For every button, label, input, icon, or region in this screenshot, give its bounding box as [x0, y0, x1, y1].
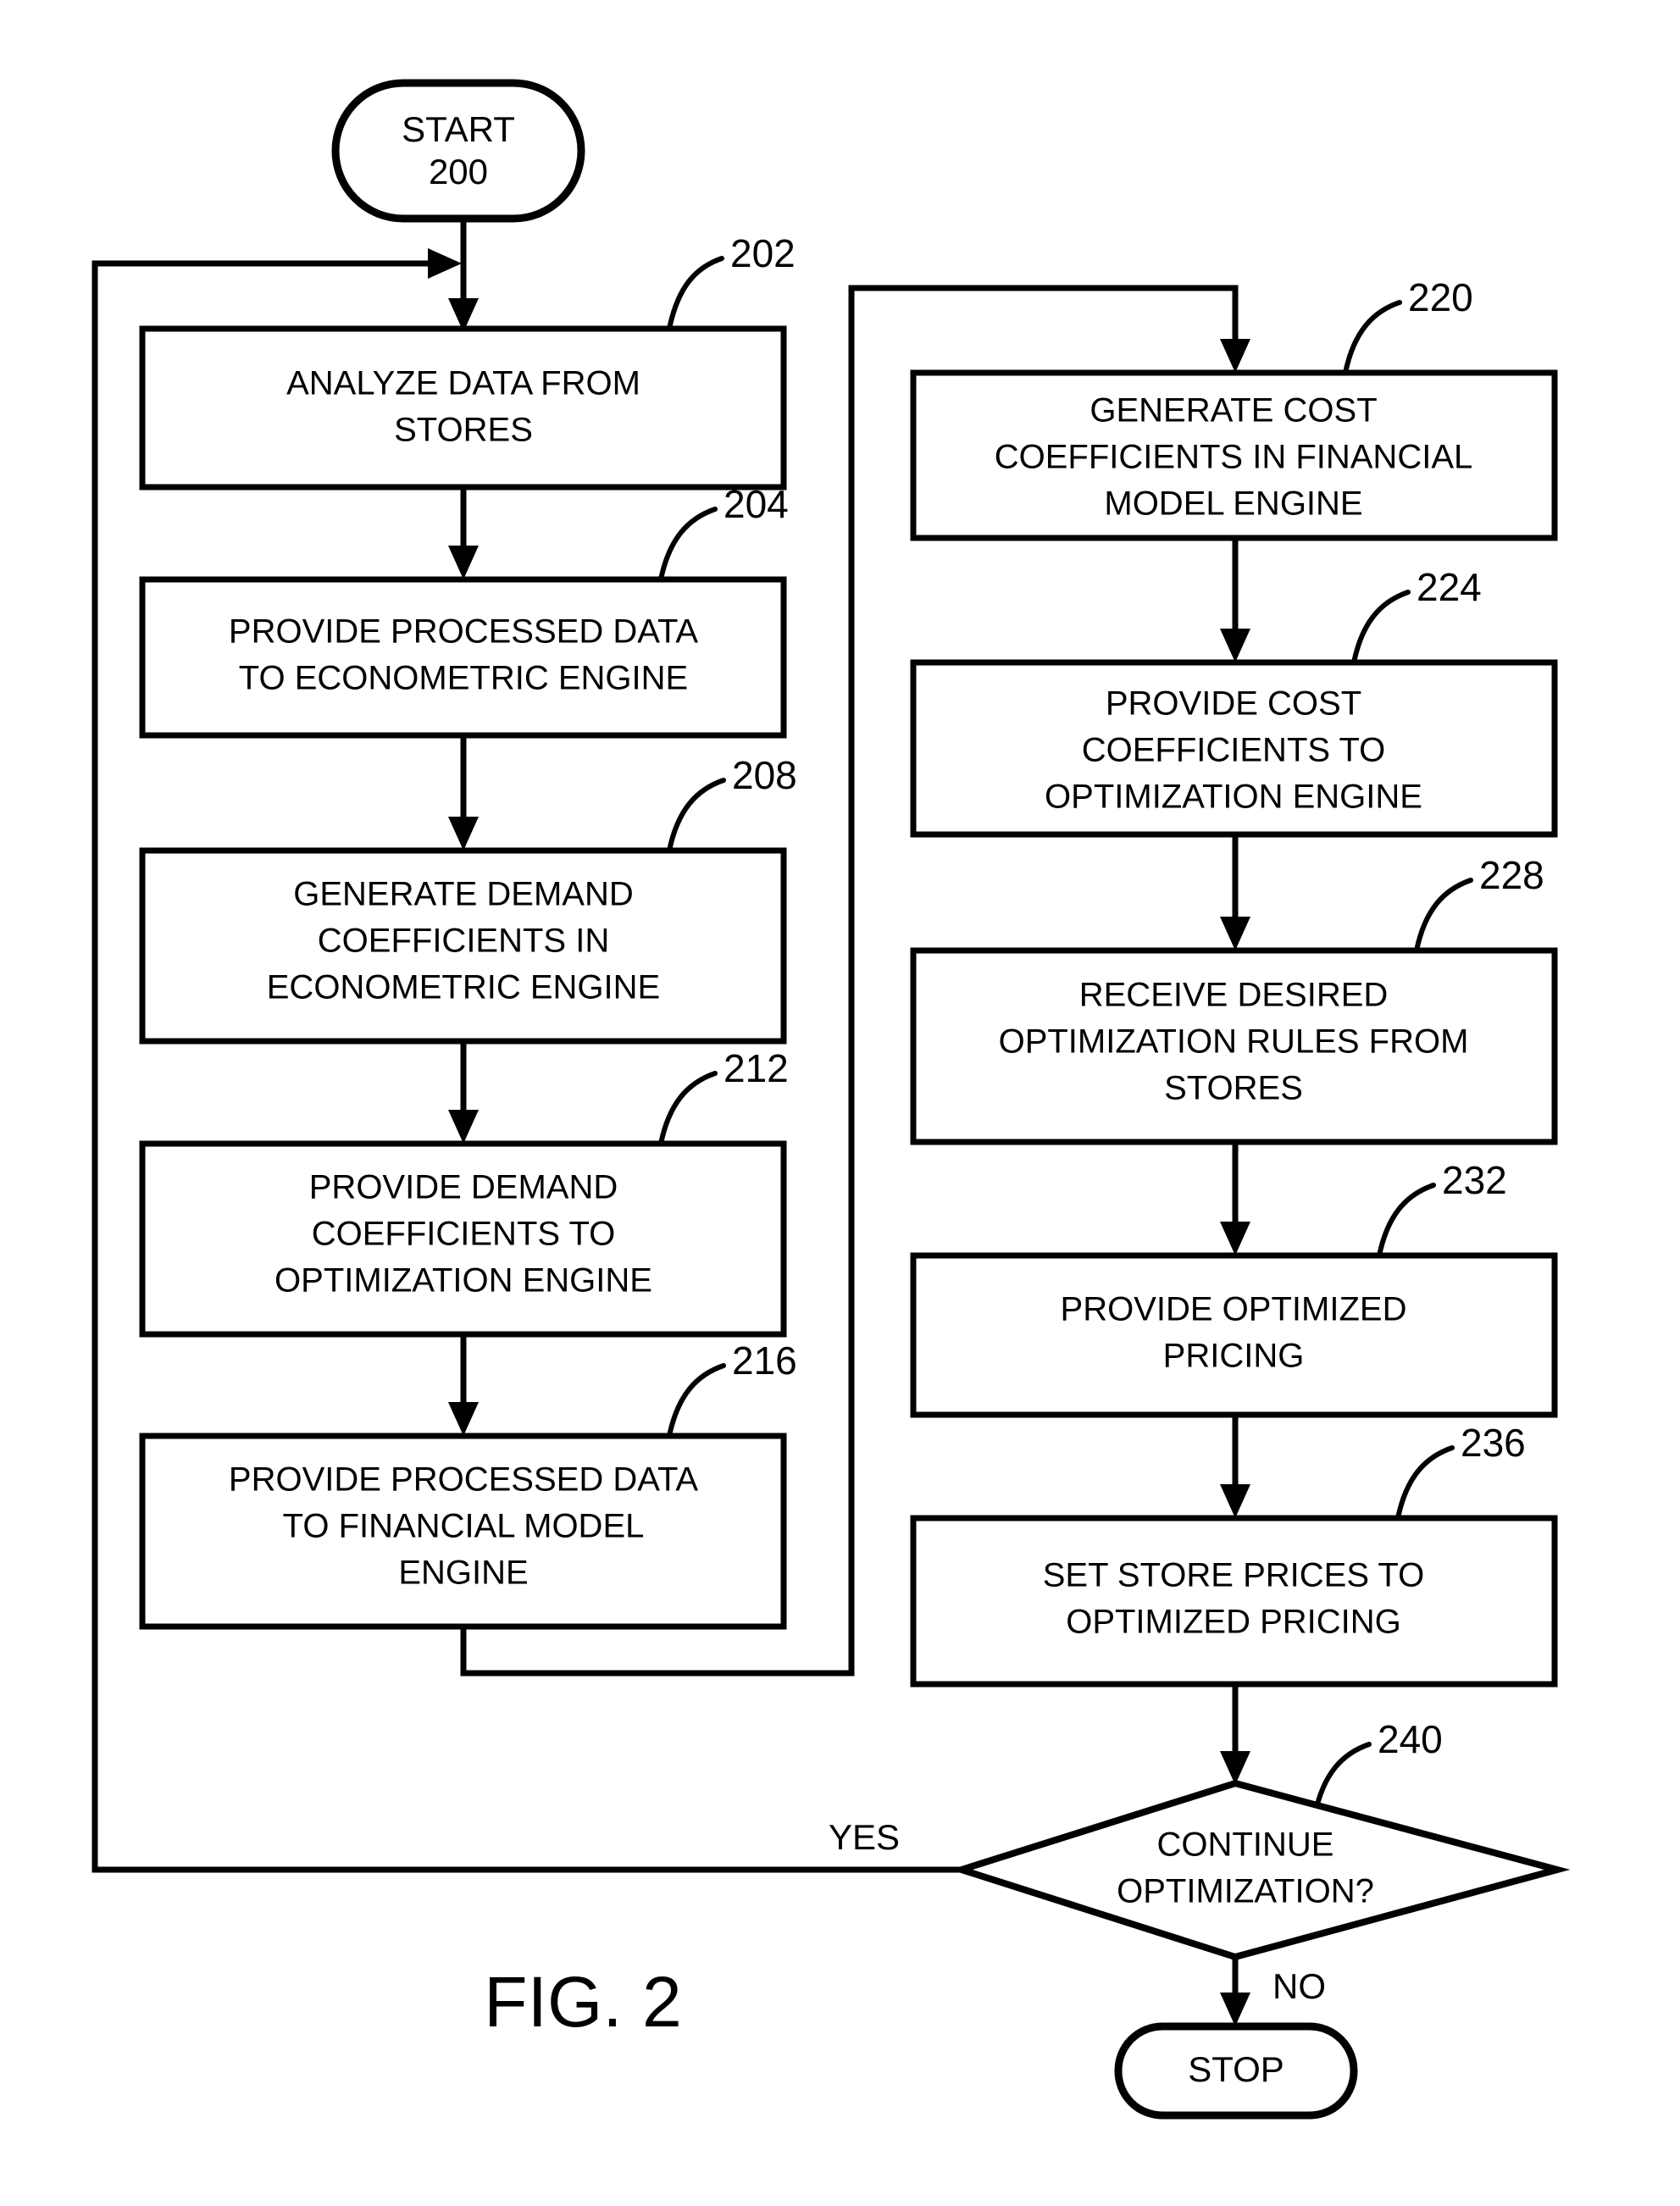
- ref-numeral-240: 240: [1378, 1717, 1443, 1761]
- leader-line-228: [1414, 878, 1473, 953]
- patent-figure: START 200 ANALYZE DATA FROM STORES 202 P…: [0, 0, 1680, 2206]
- process-box-236: [910, 1515, 1558, 1688]
- flowchart-canvas: START 200 ANALYZE DATA FROM STORES 202 P…: [91, 79, 1571, 2120]
- arrowhead-202-to-204: [448, 546, 479, 579]
- decision-label-line2: OPTIMIZATION?: [1117, 1873, 1374, 1910]
- stop-label: STOP: [1188, 2049, 1284, 2089]
- arrowhead-feedback-into-202: [428, 248, 462, 279]
- process-box-232-line2: PRICING: [1163, 1338, 1305, 1375]
- decision-label-line1: CONTINUE: [1157, 1826, 1334, 1864]
- process-box-212-line2: COEFFICIENTS TO: [312, 1216, 616, 1253]
- ref-numeral-208: 208: [732, 753, 797, 797]
- arrowhead-240-to-stop: [1220, 1993, 1250, 2026]
- process-box-202: [139, 325, 787, 491]
- branch-label-yes: YES: [829, 1817, 900, 1857]
- process-box-202-line1: ANALYZE DATA FROM: [286, 365, 640, 402]
- process-box-204: [139, 576, 787, 739]
- process-box-224-line3: OPTIMIZATION ENGINE: [1045, 779, 1422, 816]
- arrowhead-216-to-220: [1220, 339, 1250, 373]
- process-box-228-line2: OPTIMIZATION RULES FROM: [999, 1023, 1469, 1061]
- leader-line-216: [667, 1363, 726, 1438]
- ref-numeral-220: 220: [1408, 275, 1473, 319]
- ref-numeral-202: 202: [730, 231, 796, 275]
- process-box-212-line1: PROVIDE DEMAND: [309, 1169, 618, 1206]
- process-box-236-line1: SET STORE PRICES TO: [1043, 1557, 1425, 1594]
- ref-numeral-204: 204: [724, 482, 789, 526]
- arrowhead-224-to-228: [1220, 917, 1250, 951]
- ref-numeral-216: 216: [732, 1339, 797, 1383]
- process-box-208-line2: COEFFICIENTS IN: [318, 923, 609, 960]
- process-box-228-line3: STORES: [1164, 1070, 1303, 1107]
- process-box-208-line3: ECONOMETRIC ENGINE: [267, 969, 660, 1006]
- arrowhead-208-to-212: [448, 1110, 479, 1144]
- start-terminator: [331, 79, 585, 223]
- arrowhead-232-to-236: [1220, 1484, 1250, 1518]
- process-box-232-line1: PROVIDE OPTIMIZED: [1061, 1291, 1407, 1328]
- leader-line-220: [1343, 300, 1402, 375]
- process-box-204-line1: PROVIDE PROCESSED DATA: [229, 613, 699, 651]
- ref-numeral-236: 236: [1461, 1421, 1526, 1465]
- leader-line-236: [1395, 1445, 1455, 1521]
- leader-line-204: [658, 507, 718, 582]
- process-box-228-line1: RECEIVE DESIRED: [1079, 977, 1389, 1014]
- process-box-216-line2: TO FINANCIAL MODEL: [283, 1508, 645, 1545]
- start-label-line1: START: [402, 109, 515, 149]
- process-box-216-line1: PROVIDE PROCESSED DATA: [229, 1461, 699, 1499]
- branch-label-no: NO: [1272, 1966, 1326, 2006]
- process-box-232: [910, 1252, 1558, 1418]
- process-box-202-line2: STORES: [394, 412, 533, 449]
- arrowhead-204-to-208: [448, 817, 479, 851]
- ref-numeral-212: 212: [724, 1046, 789, 1090]
- leader-line-202: [667, 256, 724, 331]
- process-box-220-line1: GENERATE COST: [1090, 392, 1377, 430]
- arrowhead-212-to-216: [448, 1402, 479, 1436]
- process-box-224-line1: PROVIDE COST: [1106, 685, 1361, 723]
- figure-caption: FIG. 2: [484, 1962, 681, 2042]
- decision-diamond-240: [950, 1779, 1571, 1961]
- process-box-236-line2: OPTIMIZED PRICING: [1066, 1604, 1401, 1641]
- process-box-212-line3: OPTIMIZATION ENGINE: [274, 1262, 652, 1300]
- ref-numeral-224: 224: [1417, 565, 1482, 609]
- process-box-208-line1: GENERATE DEMAND: [293, 876, 634, 913]
- leader-line-224: [1351, 590, 1411, 665]
- arrowhead-228-to-232: [1220, 1222, 1250, 1255]
- ref-numeral-228: 228: [1479, 853, 1544, 897]
- leader-line-212: [658, 1071, 718, 1146]
- start-label-line2: 200: [429, 152, 488, 191]
- process-box-220-line2: COEFFICIENTS IN FINANCIAL: [995, 439, 1473, 476]
- arrowhead-220-to-224: [1220, 629, 1250, 662]
- leader-line-208: [667, 778, 726, 853]
- process-box-216-line3: ENGINE: [398, 1555, 528, 1592]
- process-box-224-line2: COEFFICIENTS TO: [1082, 732, 1386, 769]
- leader-line-232: [1377, 1183, 1436, 1258]
- process-box-204-line2: TO ECONOMETRIC ENGINE: [239, 660, 688, 697]
- process-box-220-line3: MODEL ENGINE: [1104, 485, 1362, 523]
- ref-numeral-232: 232: [1442, 1158, 1507, 1202]
